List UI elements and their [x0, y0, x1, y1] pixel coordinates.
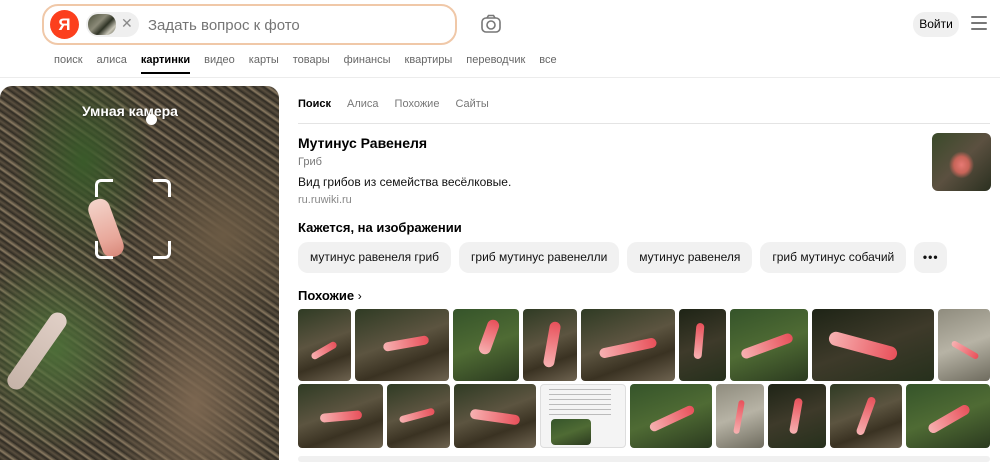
tab-all[interactable]: все — [539, 54, 556, 70]
seems-title: Кажется, на изображении — [298, 220, 462, 235]
tab-translator[interactable]: переводчик — [466, 54, 525, 70]
similar-title[interactable]: Похожие › — [298, 288, 362, 303]
tab-alice[interactable]: алиса — [97, 54, 127, 70]
result-tabs: Поиск Алиса Похожие Сайты — [298, 98, 505, 110]
header: Я ✕ Войти поиск алиса картинки видео кар… — [0, 0, 1000, 78]
tab-finance[interactable]: финансы — [344, 54, 391, 70]
login-button[interactable]: Войти — [913, 12, 959, 37]
search-box[interactable]: Я ✕ — [42, 4, 457, 45]
query-chip[interactable]: гриб мутинус собачий — [760, 242, 907, 273]
tab-search[interactable]: поиск — [54, 54, 83, 70]
entity-image[interactable] — [932, 133, 991, 191]
entity-source[interactable]: ru.ruwiki.ru — [298, 194, 352, 206]
photo-detail — [3, 308, 71, 394]
divider — [298, 123, 990, 124]
query-chip[interactable]: мутинус равенеля — [627, 242, 753, 273]
scroll-area-edge — [298, 456, 990, 462]
similar-image[interactable] — [540, 384, 626, 448]
image-query-chip[interactable]: ✕ — [86, 12, 139, 37]
similar-image[interactable] — [581, 309, 675, 381]
similar-image[interactable] — [830, 384, 902, 448]
chevron-right-icon: › — [357, 289, 362, 303]
similar-image[interactable] — [355, 309, 449, 381]
query-image-panel[interactable]: Умная камера — [0, 86, 279, 460]
query-image-thumbnail — [88, 14, 116, 35]
similar-label: Похожие — [298, 288, 355, 303]
query-chip[interactable]: гриб мутинус равенелли — [459, 242, 620, 273]
tab-alice-results[interactable]: Алиса — [347, 98, 379, 110]
similar-image[interactable] — [298, 309, 351, 381]
similar-image[interactable] — [387, 384, 450, 448]
crop-handle[interactable] — [146, 114, 157, 125]
entity-description: Вид грибов из семейства весёлковые. — [298, 175, 512, 189]
tab-search-results[interactable]: Поиск — [298, 98, 331, 110]
tab-realty[interactable]: квартиры — [405, 54, 453, 70]
yandex-logo[interactable]: Я — [50, 10, 79, 39]
similar-image[interactable] — [812, 309, 934, 381]
tab-sites[interactable]: Сайты — [455, 98, 488, 110]
similar-image[interactable] — [679, 309, 726, 381]
similar-image[interactable] — [453, 309, 519, 381]
tab-images[interactable]: картинки — [140, 54, 191, 74]
similar-image[interactable] — [630, 384, 712, 448]
camera-icon[interactable] — [479, 12, 503, 36]
similar-image[interactable] — [716, 384, 764, 448]
more-icon[interactable]: ••• — [914, 242, 948, 273]
query-chip[interactable]: мутинус равенеля гриб — [298, 242, 452, 273]
query-chips: мутинус равенеля гриб гриб мутинус равен… — [298, 242, 955, 273]
similar-image[interactable] — [730, 309, 808, 381]
similar-image[interactable] — [906, 384, 990, 448]
service-tabs: поиск алиса картинки видео карты товары … — [54, 54, 571, 74]
tab-maps[interactable]: карты — [249, 54, 279, 70]
tab-similar[interactable]: Похожие — [395, 98, 440, 110]
entity-type: Гриб — [298, 156, 322, 168]
similar-image[interactable] — [454, 384, 536, 448]
results-panel: Поиск Алиса Похожие Сайты Мутинус Равене… — [288, 86, 1000, 462]
close-icon[interactable]: ✕ — [121, 15, 133, 32]
similar-image[interactable] — [938, 309, 990, 381]
smart-camera-label: Умная камера — [82, 103, 178, 119]
similar-image[interactable] — [298, 384, 383, 448]
similar-image[interactable] — [768, 384, 826, 448]
object-frame[interactable] — [95, 179, 171, 259]
entity-title[interactable]: Мутинус Равенеля — [298, 135, 427, 151]
tab-video[interactable]: видео — [204, 54, 235, 70]
tab-goods[interactable]: товары — [293, 54, 330, 70]
menu-icon[interactable] — [971, 16, 987, 30]
similar-image[interactable] — [523, 309, 577, 381]
search-input[interactable] — [148, 15, 438, 35]
